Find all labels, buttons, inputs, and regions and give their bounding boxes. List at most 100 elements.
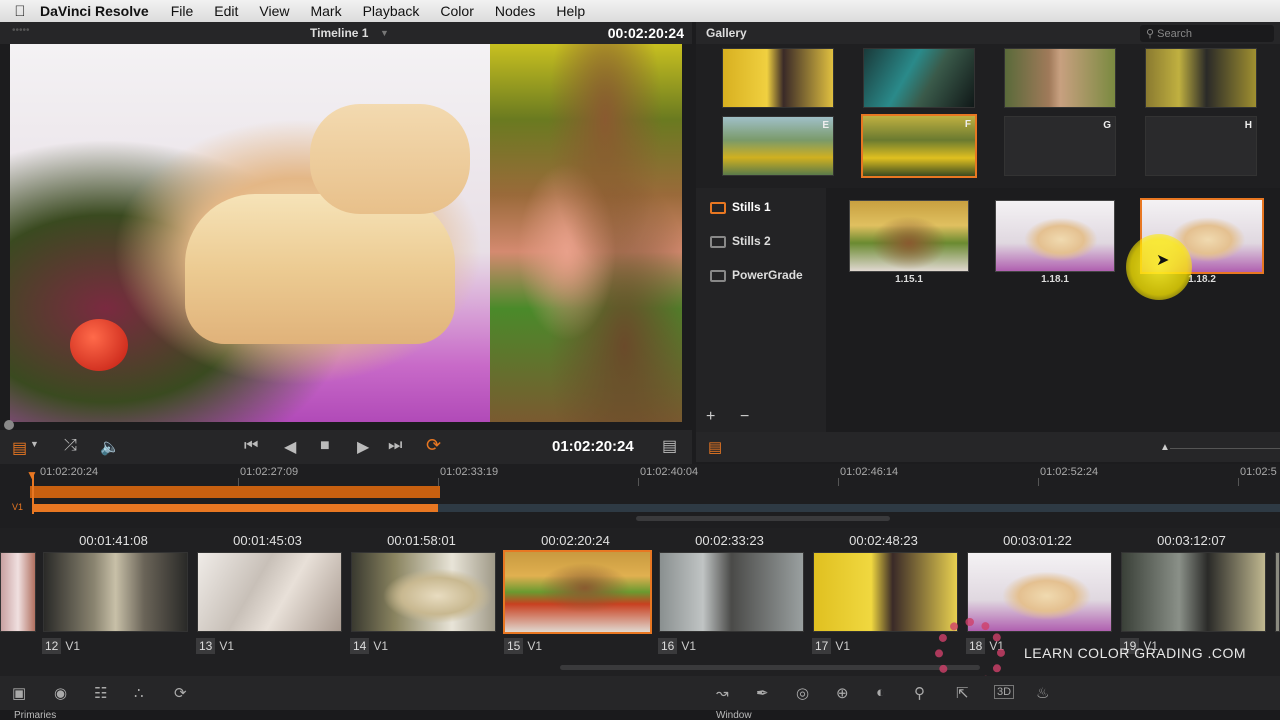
palette-toolbar: ▣ ◉ ☷ ∴ ⟳ ↝ ✒ ◎ ⊕ ◐ ⚲ ⇱ 3D ♨ — [0, 676, 1280, 710]
skip-forward-icon[interactable]: ⏭ — [388, 437, 402, 455]
album-stills-1[interactable]: Stills 1 — [710, 200, 771, 220]
search-icon: ⚲ — [1146, 28, 1155, 40]
still-thumb[interactable] — [995, 200, 1115, 272]
timeline-name[interactable]: Timeline 1 — [310, 26, 368, 40]
chevron-down-icon[interactable]: ▼ — [30, 439, 39, 449]
app-name[interactable]: DaVinci Resolve — [40, 3, 149, 19]
speaker-icon[interactable]: 🔈 — [100, 437, 120, 457]
ruler-tick — [638, 478, 639, 486]
clip-thumb[interactable] — [351, 552, 496, 632]
viewer-timecode: 00:02:20:24 — [607, 25, 684, 41]
clip-thumb[interactable] — [1121, 552, 1266, 632]
gallery-thumb[interactable] — [1004, 48, 1116, 108]
clip-bar-selected[interactable] — [34, 504, 438, 512]
ruler-timecode: 01:02:33:19 — [440, 466, 499, 478]
viewer-mode-icon[interactable]: ▤ — [12, 438, 27, 458]
skip-back-icon[interactable]: ⏮ — [244, 437, 258, 455]
clips-scrollbar[interactable] — [560, 665, 980, 670]
album-list: Stills 1 Stills 2 PowerGrade + − — [696, 188, 826, 432]
mini-timeline[interactable]: 01:02:20:24 01:02:27:09 01:02:33:19 01:0… — [0, 464, 1280, 528]
sizing-icon[interactable]: ⇱ — [956, 684, 969, 702]
menu-help[interactable]: Help — [556, 3, 585, 19]
gallery-thumb[interactable] — [1145, 48, 1257, 108]
clip-thumb[interactable] — [43, 552, 188, 632]
clip-timecode: 00:03:12:07 — [1157, 533, 1226, 548]
clip-number: 14 V1 — [350, 638, 388, 654]
in-out-range[interactable] — [30, 486, 440, 498]
curves-icon[interactable]: ↝ — [716, 684, 729, 702]
add-album-button[interactable]: + — [706, 408, 715, 426]
search-input[interactable]: ⚲ Search — [1140, 25, 1274, 42]
zoom-slider-handle[interactable]: ▲ — [1160, 442, 1170, 453]
clip-number: 16 V1 — [658, 638, 696, 654]
tracker-icon[interactable]: ⊕ — [836, 684, 849, 702]
ruler-tick — [1038, 478, 1039, 486]
still-label: 1.18.1 — [1041, 274, 1069, 285]
stereo-3d-icon[interactable]: 3D — [994, 685, 1015, 699]
flame-icon[interactable]: ♨ — [1036, 684, 1049, 702]
qualifier-icon[interactable]: ✒ — [756, 684, 769, 702]
viewer-image[interactable] — [10, 44, 682, 422]
color-match-icon[interactable]: ◉ — [54, 684, 67, 702]
apple-logo-icon[interactable]:  — [0, 3, 40, 20]
play-reverse-icon[interactable]: ◀ — [284, 437, 296, 457]
album-powergrade[interactable]: PowerGrade — [710, 268, 803, 288]
gallery-thumb-f[interactable]: F — [861, 114, 977, 178]
loop-icon[interactable]: ⟳ — [426, 435, 441, 456]
timeline-scrollbar[interactable] — [636, 516, 890, 521]
remove-album-button[interactable]: − — [740, 408, 749, 426]
album-stills-2[interactable]: Stills 2 — [710, 234, 771, 254]
bottom-panels: Primaries Window — [0, 710, 1280, 720]
chevron-down-icon[interactable]: ▼ — [380, 28, 389, 38]
gallery-thumb[interactable] — [722, 48, 834, 108]
menu-icon[interactable]: ▤ — [662, 436, 677, 456]
folder-icon[interactable]: ▤ — [708, 438, 722, 456]
gallery-thumb-h[interactable]: H — [1145, 116, 1257, 176]
grip-icon[interactable]: ••••• — [12, 25, 30, 36]
ruler-tick — [838, 478, 839, 486]
clip-thumb[interactable] — [967, 552, 1112, 632]
menu-playback[interactable]: Playback — [363, 3, 420, 19]
clip-thumb[interactable] — [197, 552, 342, 632]
clip-timecode: 00:01:58:01 — [387, 533, 456, 548]
shuffle-icon[interactable]: ⤮ — [64, 437, 77, 455]
ruler-tick — [1238, 478, 1239, 486]
stills-grid: 1.15.1 1.18.1 1.18.2 — [826, 188, 1280, 432]
clip-thumb-selected[interactable] — [503, 550, 652, 634]
clip-bar[interactable] — [438, 504, 1280, 512]
motion-effects-icon[interactable]: ⟳ — [174, 684, 187, 702]
stop-icon[interactable]: ■ — [320, 437, 330, 455]
zoom-slider-track[interactable] — [1170, 448, 1280, 449]
clip-thumb[interactable] — [813, 552, 958, 632]
gallery-thumb[interactable] — [863, 48, 975, 108]
clip-timecode: 00:03:01:22 — [1003, 533, 1072, 548]
menu-mark[interactable]: Mark — [310, 3, 341, 19]
clip-timecode: 00:01:41:08 — [79, 533, 148, 548]
still-thumb[interactable] — [849, 200, 969, 272]
gallery-footer: ▤ ▲ — [696, 432, 1280, 462]
gallery-thumb-e[interactable]: E — [722, 116, 834, 176]
viewer-scrub-handle[interactable] — [4, 420, 14, 430]
menu-edit[interactable]: Edit — [214, 3, 238, 19]
ruler-tick — [238, 478, 239, 486]
camera-raw-icon[interactable]: ▣ — [12, 684, 26, 702]
tomato-shape — [70, 319, 128, 371]
window-icon[interactable]: ◎ — [796, 684, 809, 702]
key-icon[interactable]: ⚲ — [914, 684, 925, 702]
ruler-tick — [438, 478, 439, 486]
menu-view[interactable]: View — [259, 3, 289, 19]
gallery-thumb-g[interactable]: G — [1004, 116, 1116, 176]
viewer-header: ••••• Timeline 1 ▼ 00:02:20:24 — [0, 22, 692, 44]
play-icon[interactable]: ▶ — [357, 437, 369, 457]
menu-nodes[interactable]: Nodes — [495, 3, 535, 19]
menu-color[interactable]: Color — [440, 3, 473, 19]
color-wheels-icon[interactable]: ☷ — [94, 684, 107, 702]
clip-thumb[interactable] — [659, 552, 804, 632]
blur-icon[interactable]: ◐ — [876, 684, 885, 701]
clip-thumb[interactable] — [0, 552, 36, 632]
rgb-mixer-icon[interactable]: ∴ — [134, 684, 144, 702]
sandwich-shape — [185, 194, 455, 344]
clip-timecode: 00:02:33:23 — [695, 533, 764, 548]
menu-file[interactable]: File — [171, 3, 194, 19]
clip-thumb[interactable] — [1275, 552, 1280, 632]
